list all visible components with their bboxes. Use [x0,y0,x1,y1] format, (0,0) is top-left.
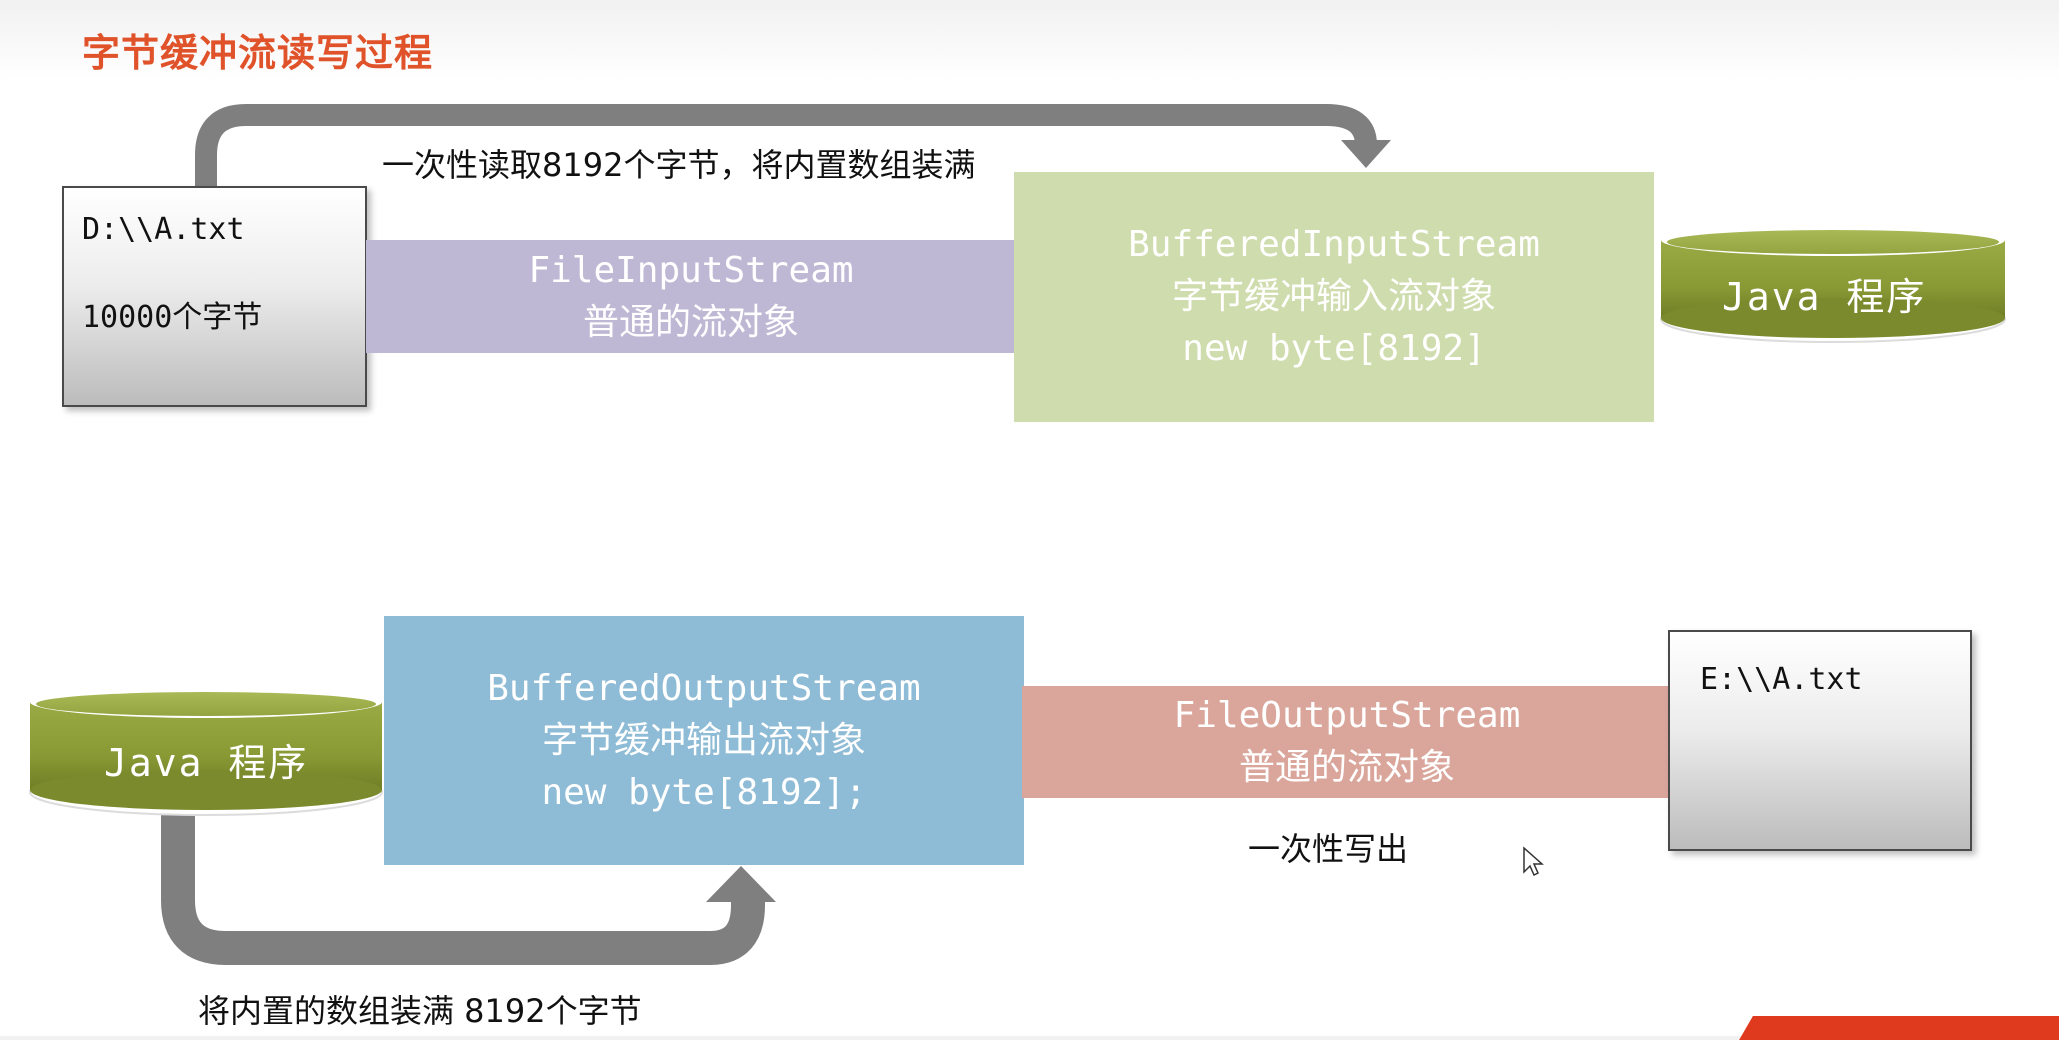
buffered-output-stream-class: BufferedOutputStream [487,667,921,709]
java-program-text-top: Java 程序 [1722,275,1927,319]
file-output-stream-class: FileOutputStream [1173,695,1521,736]
file-output-stream-band: FileOutputStream 普通的流对象 [1022,686,1672,798]
java-program-label-bottom: Java 程序 [104,732,308,787]
buffered-input-stream-buffer: new byte[8192] [1182,328,1486,369]
write-arrow-caption: 将内置的数组装满 8192个字节 [198,992,642,1030]
buffered-output-stream-buffer: new byte[8192]; [541,771,867,813]
buffered-input-stream-desc: 字节缓冲输入流对象 [1171,276,1496,317]
target-file-path: E:\\A.txt [1700,662,1863,697]
corner-decoration [1739,1016,2059,1040]
file-input-stream-class: FileInputStream [528,249,854,291]
write-caption: 一次性写出 [1248,830,1409,868]
java-program-text-bottom: Java 程序 [104,741,309,785]
buffered-output-stream-box: BufferedOutputStream 字节缓冲输出流对象 new byte[… [384,616,1024,865]
source-file-doc: D:\\A.txt 10000个字节 [62,186,367,407]
java-program-label-top: Java 程序 [1722,266,1926,321]
file-input-stream-band: FileInputStream 普通的流对象 [366,240,1016,353]
file-output-stream-desc: 普通的流对象 [1238,747,1455,788]
mouse-pointer-icon [1523,846,1544,877]
target-file-doc: E:\\A.txt [1668,630,1972,851]
file-input-stream-desc: 普通的流对象 [582,301,799,343]
buffered-output-stream-desc: 字节缓冲输出流对象 [541,719,866,761]
buffered-input-stream-box: BufferedInputStream 字节缓冲输入流对象 new byte[8… [1014,172,1654,422]
read-arrow-caption: 一次性读取8192个字节，将内置数组装满 [382,146,976,184]
buffered-input-stream-class: BufferedInputStream [1128,224,1540,265]
source-file-size: 10000个字节 [82,300,263,335]
diagram-graphics [29,104,2006,965]
source-file-path: D:\\A.txt [82,212,245,247]
